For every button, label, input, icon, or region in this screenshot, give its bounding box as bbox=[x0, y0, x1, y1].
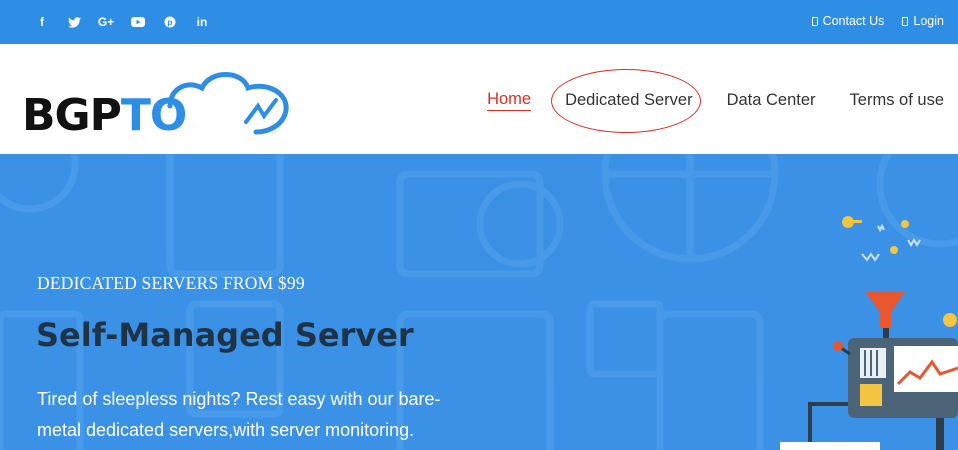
user-icon bbox=[902, 16, 909, 26]
hero-title: Self-Managed Server bbox=[36, 316, 414, 354]
hero-kicker: DEDICATED SERVERS FROM $99 bbox=[37, 273, 305, 293]
login-link[interactable]: Login bbox=[902, 14, 944, 28]
bgpto-logo[interactable]: BGPTO bbox=[20, 66, 300, 141]
hero-description: Tired of sleepless nights? Rest easy wit… bbox=[37, 389, 441, 440]
top-links: Contact Us Login bbox=[811, 14, 944, 28]
nav-dedicated-server[interactable]: Dedicated Server bbox=[551, 69, 702, 133]
youtube-icon[interactable] bbox=[122, 12, 154, 32]
pinterest-icon[interactable]: p bbox=[154, 12, 186, 32]
contact-us-label: Contact Us bbox=[822, 14, 885, 28]
login-label: Login bbox=[913, 14, 944, 28]
linkedin-icon[interactable]: in bbox=[186, 12, 218, 32]
logo-text: BGPTO bbox=[22, 90, 187, 141]
social-links: f G+ p in bbox=[26, 12, 218, 32]
svg-text:p: p bbox=[168, 18, 173, 27]
contact-us-link[interactable]: Contact Us bbox=[811, 14, 885, 28]
top-bar: f G+ p in Contact Us Login bbox=[0, 0, 958, 44]
nav-data-center[interactable]: Data Center bbox=[727, 91, 816, 110]
facebook-icon[interactable]: f bbox=[26, 12, 58, 32]
nav-home[interactable]: Home bbox=[487, 90, 532, 111]
hero-banner: DEDICATED SERVERS FROM $99 Self-Managed … bbox=[0, 154, 958, 450]
google-plus-icon[interactable]: G+ bbox=[90, 12, 122, 32]
twitter-icon[interactable] bbox=[58, 12, 90, 32]
phone-icon bbox=[811, 16, 818, 26]
server-illustration bbox=[780, 216, 958, 450]
nav-terms-of-use[interactable]: Terms of use bbox=[850, 91, 944, 110]
site-header: BGPTO Home Dedicated Server Data Center … bbox=[0, 44, 958, 154]
main-nav: Home Dedicated Server Data Center Terms … bbox=[453, 69, 944, 133]
